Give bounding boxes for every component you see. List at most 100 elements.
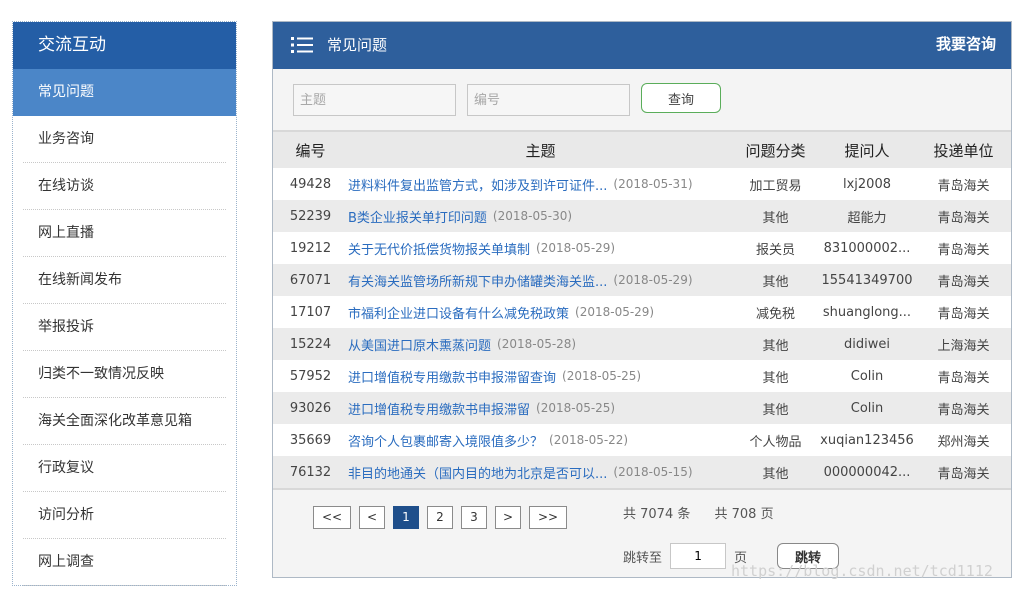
sidebar-item-survey[interactable]: 网上调查 — [23, 539, 226, 586]
search-button[interactable]: 查询 — [641, 83, 721, 113]
pagination-stats: 共 7074 条 共 708 页 — [623, 503, 794, 522]
question-link[interactable]: 有关海关监管场所新规下申办储罐类海关监... — [348, 271, 607, 290]
question-link[interactable]: B类企业报关单打印问题 — [348, 207, 487, 226]
row-id: 49428 — [273, 168, 348, 200]
row-category: 报关员 — [733, 232, 818, 264]
row-id: 19212 — [273, 232, 348, 264]
row-id: 52239 — [273, 200, 348, 232]
table-row: 93026 进口增值税专用缴款书申报滞留 (2018-05-25) 其他 Coli… — [273, 392, 1011, 424]
question-date: (2018-05-30) — [492, 209, 573, 223]
row-id: 15224 — [273, 328, 348, 360]
row-unit: 郑州海关 — [916, 424, 1011, 456]
row-unit: 青岛海关 — [916, 232, 1011, 264]
sidebar-title: 交流互动 — [13, 22, 236, 69]
sidebar-item-news-release[interactable]: 在线新闻发布 — [23, 257, 226, 304]
row-subject-cell: 市福利企业进口设备有什么减免税政策 (2018-05-29) — [348, 296, 733, 328]
question-date: (2018-05-29) — [575, 305, 655, 319]
page-title: 常见问题 — [327, 36, 388, 54]
question-date: (2018-05-28) — [497, 337, 577, 351]
question-date: (2018-05-29) — [613, 273, 693, 287]
id-search-input[interactable] — [467, 84, 630, 116]
page-button-1[interactable]: 1 — [393, 506, 419, 529]
row-asker: 000000042... — [818, 456, 916, 488]
page-button-3[interactable]: 3 — [461, 506, 487, 529]
row-id: 76132 — [273, 456, 348, 488]
question-link[interactable]: 从美国进口原木熏蒸问题 — [348, 335, 491, 354]
table-header-row: 编号 主题 问题分类 提问人 投递单位 — [273, 132, 1011, 168]
table-row: 76132 非目的地通关（国内目的地为北京是否可以... (2018-05-15)… — [273, 456, 1011, 488]
total-records: 共 7074 条 — [623, 507, 691, 522]
question-link[interactable]: 非目的地通关（国内目的地为北京是否可以... — [348, 463, 607, 482]
row-asker: lxj2008 — [818, 168, 916, 200]
table-row: 15224 从美国进口原木熏蒸问题 (2018-05-28) 其他 didiwei… — [273, 328, 1011, 360]
row-unit: 青岛海关 — [916, 200, 1011, 232]
question-date: (2018-05-29) — [536, 241, 616, 255]
row-category: 其他 — [733, 456, 818, 488]
subject-search-input[interactable] — [293, 84, 456, 116]
row-unit: 上海海关 — [916, 328, 1011, 360]
row-unit: 青岛海关 — [916, 360, 1011, 392]
sidebar-item-classification[interactable]: 归类不一致情况反映 — [23, 351, 226, 398]
row-id: 67071 — [273, 264, 348, 296]
table-row: 49428 进料料件复出监管方式，如涉及到许可证件... (2018-05-31)… — [273, 168, 1011, 200]
question-date: (2018-05-25) — [536, 401, 616, 415]
row-subject-cell: 从美国进口原木熏蒸问题 (2018-05-28) — [348, 328, 733, 360]
row-category: 其他 — [733, 264, 818, 296]
question-link[interactable]: 进料料件复出监管方式，如涉及到许可证件... — [348, 175, 607, 194]
search-bar: 查询 — [273, 69, 1011, 132]
row-subject-cell: B类企业报关单打印问题 (2018-05-30) — [348, 200, 733, 232]
total-pages: 共 708 页 — [714, 507, 774, 522]
column-header-subject: 主题 — [348, 132, 733, 168]
question-link[interactable]: 进口增值税专用缴款书申报滞留 — [348, 399, 530, 418]
row-asker: 超能力 — [818, 200, 916, 232]
first-page-button[interactable]: << — [313, 506, 351, 529]
sidebar-item-reform-box[interactable]: 海关全面深化改革意见箱 — [23, 398, 226, 445]
question-date: (2018-05-25) — [562, 369, 642, 383]
sidebar-item-business-consult[interactable]: 业务咨询 — [23, 116, 226, 163]
row-subject-cell: 关于无代价抵偿货物报关单填制 (2018-05-29) — [348, 232, 733, 264]
row-category: 减免税 — [733, 296, 818, 328]
question-link[interactable]: 咨询个人包裹邮寄入境限值多少？ — [348, 431, 543, 450]
sidebar: 交流互动 常见问题 业务咨询 在线访谈 网上直播 在线新闻发布 举报投诉 归类不… — [12, 21, 237, 586]
row-unit: 青岛海关 — [916, 168, 1011, 200]
row-unit: 青岛海关 — [916, 264, 1011, 296]
list-icon — [291, 37, 313, 53]
sidebar-item-report[interactable]: 举报投诉 — [23, 304, 226, 351]
page-button-2[interactable]: 2 — [427, 506, 453, 529]
row-asker: didiwei — [818, 328, 916, 360]
sidebar-item-analytics[interactable]: 访问分析 — [23, 492, 226, 539]
row-asker: shuanglong... — [818, 296, 916, 328]
table-row: 57952 进口增值税专用缴款书申报滞留查询 (2018-05-25) 其他 Co… — [273, 360, 1011, 392]
last-page-button[interactable]: >> — [529, 506, 567, 529]
watermark: https://blog.csdn.net/tcd1112 — [731, 562, 993, 580]
row-subject-cell: 进料料件复出监管方式，如涉及到许可证件... (2018-05-31) — [348, 168, 733, 200]
row-id: 93026 — [273, 392, 348, 424]
row-id: 57952 — [273, 360, 348, 392]
row-id: 17107 — [273, 296, 348, 328]
row-unit: 青岛海关 — [916, 296, 1011, 328]
row-category: 加工贸易 — [733, 168, 818, 200]
consult-link[interactable]: 我要咨询 — [936, 22, 996, 67]
question-date: (2018-05-22) — [549, 433, 629, 447]
row-asker: 15541349700 — [818, 264, 916, 296]
question-link[interactable]: 关于无代价抵偿货物报关单填制 — [348, 239, 530, 258]
sidebar-item-review[interactable]: 行政复议 — [23, 445, 226, 492]
row-asker: Colin — [818, 360, 916, 392]
sidebar-item-faq[interactable]: 常见问题 — [13, 69, 236, 116]
next-page-button[interactable]: > — [495, 506, 521, 529]
question-date: (2018-05-15) — [613, 465, 693, 479]
jump-label: 跳转至 — [623, 550, 663, 566]
jump-page-input[interactable] — [670, 543, 727, 569]
question-link[interactable]: 进口增值税专用缴款书申报滞留查询 — [348, 367, 556, 386]
row-asker: 831000002... — [818, 232, 916, 264]
row-unit: 青岛海关 — [916, 392, 1011, 424]
sidebar-item-online-interview[interactable]: 在线访谈 — [23, 163, 226, 210]
table-row: 17107 市福利企业进口设备有什么减免税政策 (2018-05-29) 减免税 … — [273, 296, 1011, 328]
sidebar-item-live[interactable]: 网上直播 — [23, 210, 226, 257]
row-unit: 青岛海关 — [916, 456, 1011, 488]
faq-panel: 常见问题 我要咨询 查询 编号 主题 问题分类 提问人 投递单位 49428 进… — [272, 21, 1012, 578]
prev-page-button[interactable]: < — [359, 506, 385, 529]
column-header-id: 编号 — [273, 132, 348, 168]
row-asker: xuqian123456 — [818, 424, 916, 456]
question-link[interactable]: 市福利企业进口设备有什么减免税政策 — [348, 303, 569, 322]
